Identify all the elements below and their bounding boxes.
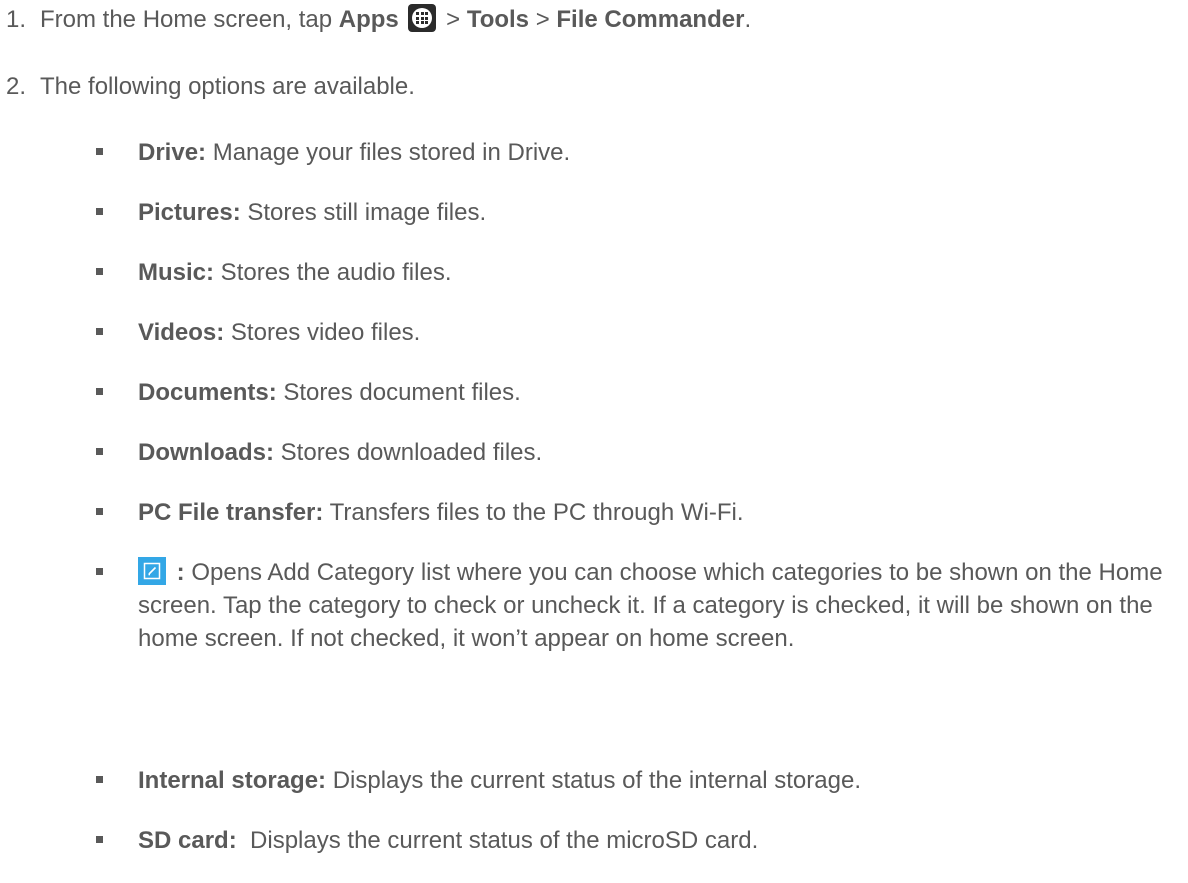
option-term: SD card: [138,827,237,854]
bullet-icon [96,268,103,275]
list-item-music: Music: Stores the audio files. [96,256,1176,289]
bullet-icon [96,148,103,155]
step-2: 2. The following options are available. [0,71,415,103]
step-text: From the Home screen, tap [40,6,339,33]
list-item-pictures: Pictures: Stores still image files. [96,196,1176,229]
document-page: 1. From the Home screen, tap Apps > Tools… [0,0,1188,883]
step-number: 1. [6,6,27,33]
option-term: Pictures: [138,199,241,226]
option-term: Drive: [138,139,207,166]
list-item-sd-card: SD card: Displays the current status of … [96,824,1176,857]
option-desc: Stores still image files. [240,199,487,226]
option-term: : [170,559,185,586]
option-desc: Stores document files. [276,379,521,406]
option-term: Music: [138,259,215,286]
option-term: Documents: [138,379,277,406]
step-1: 1. From the Home screen, tap Apps > Tools… [0,4,751,36]
step-text: The following options are available. [40,73,415,100]
option-term: Videos: [138,319,225,346]
bullet-icon [96,568,103,575]
bullet-icon [96,448,103,455]
apps-label: Apps [338,6,399,33]
option-desc: Stores video files. [224,319,421,346]
option-term: Internal storage: [138,767,327,794]
option-term: PC File transfer: [138,499,324,526]
apps-grid-icon [408,4,437,32]
option-desc: Stores the audio files. [214,259,452,286]
list-item-pc-file-transfer: PC File transfer: Transfers files to the… [96,496,1176,529]
edit-pencil-icon [138,557,166,585]
option-desc: Manage your files stored in Drive. [206,139,571,166]
step-number: 2. [6,73,27,100]
tools-label: Tools [466,6,530,33]
option-desc: Stores downloaded files. [274,439,543,466]
bullet-icon [96,836,103,843]
period: . [744,6,752,33]
bullet-icon [96,388,103,395]
bullet-icon [96,508,103,515]
option-desc: Transfers files to the PC through Wi-Fi. [323,499,744,526]
bullet-icon [96,328,103,335]
file-commander-label: File Commander [556,6,745,33]
option-desc: Displays the current status of the micro… [236,827,759,854]
separator: > [529,6,557,33]
option-desc: Opens Add Category list where you can ch… [138,559,1163,652]
option-term: Downloads: [138,439,274,466]
list-item-internal-storage: Internal storage: Displays the current s… [96,764,1176,797]
list-item-videos: Videos: Stores video files. [96,316,1176,349]
list-item-edit-categories: : Opens Add Category list where you can … [96,556,1176,655]
bullet-icon [96,208,103,215]
option-desc: Displays the current status of the inter… [326,767,861,794]
separator: > [439,6,467,33]
list-item-documents: Documents: Stores document files. [96,376,1176,409]
list-item-drive: Drive: Manage your files stored in Drive… [96,136,1176,169]
bullet-icon [96,776,103,783]
list-item-downloads: Downloads: Stores downloaded files. [96,436,1176,469]
